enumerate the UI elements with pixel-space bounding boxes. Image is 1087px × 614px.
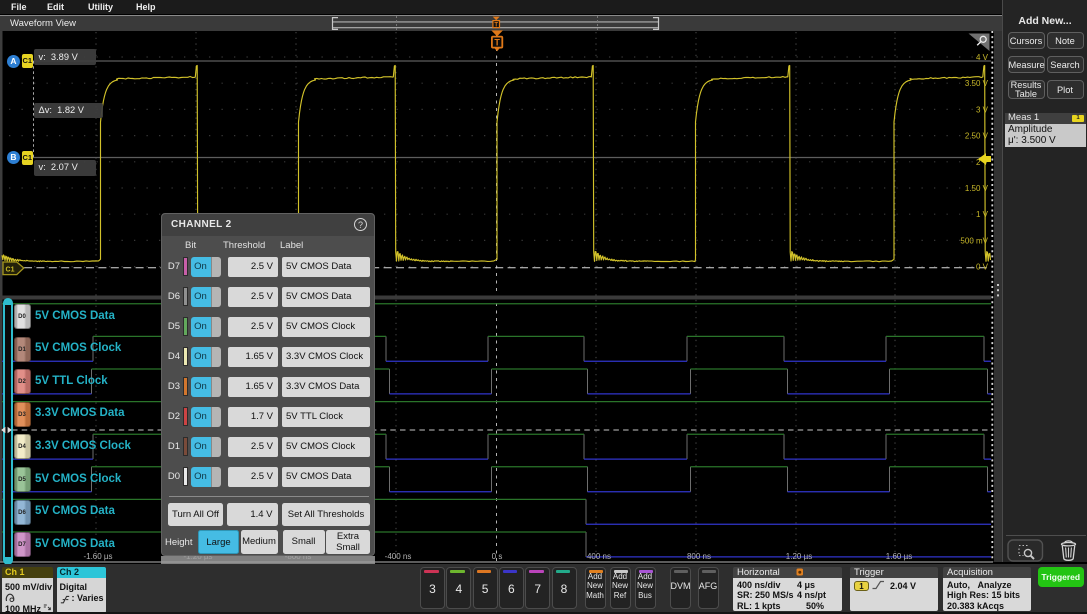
svg-text:-400 ns: -400 ns: [385, 552, 412, 561]
svg-text:1 V: 1 V: [976, 210, 989, 219]
svg-text:1.50 V: 1.50 V: [965, 184, 989, 193]
svg-text:2.50 V: 2.50 V: [965, 132, 989, 141]
svg-text:3 V: 3 V: [976, 105, 989, 114]
svg-text:800 ns: 800 ns: [687, 552, 711, 561]
svg-text:3.50 V: 3.50 V: [965, 79, 989, 88]
svg-text:4 V: 4 V: [976, 53, 989, 62]
svg-text:T: T: [494, 22, 498, 28]
svg-text:0 V: 0 V: [976, 263, 989, 272]
svg-text:0 s: 0 s: [492, 552, 503, 561]
svg-text:500 mV: 500 mV: [960, 236, 988, 245]
svg-text:400 ns: 400 ns: [587, 552, 611, 561]
svg-text:1.20 µs: 1.20 µs: [786, 552, 812, 561]
svg-text:C1: C1: [6, 266, 15, 273]
svg-text:T: T: [494, 38, 500, 48]
svg-text:1.60 µs: 1.60 µs: [886, 552, 912, 561]
